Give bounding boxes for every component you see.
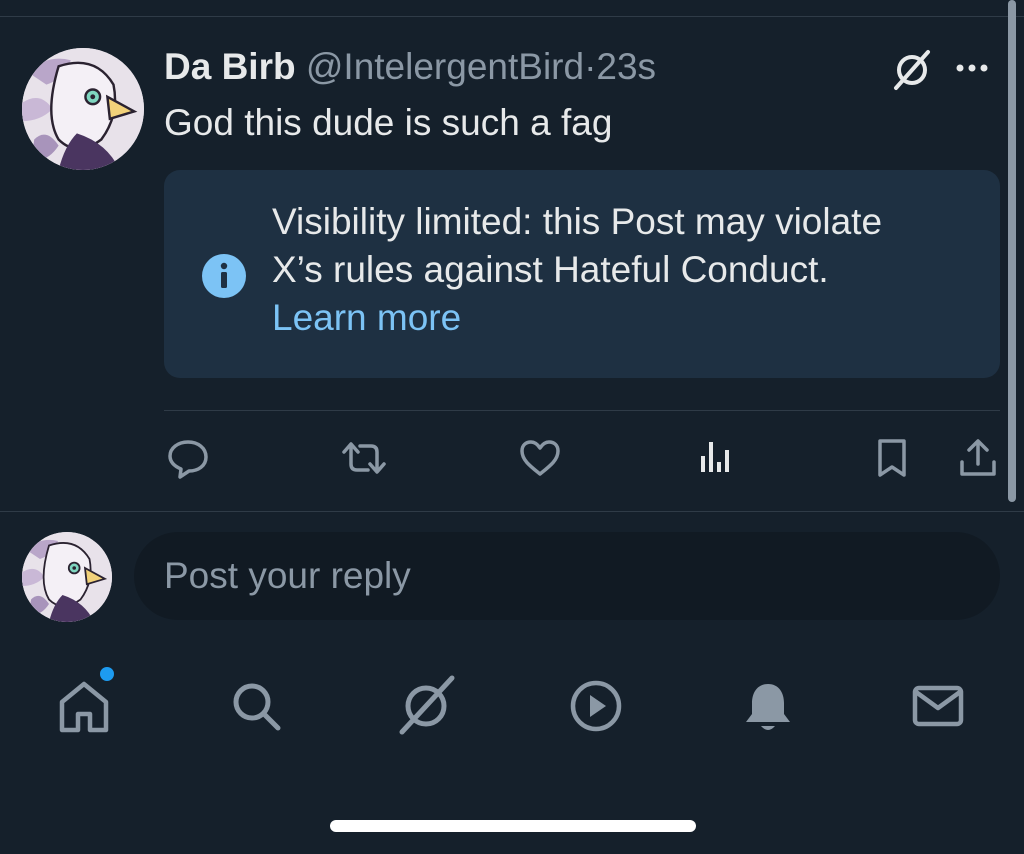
top-divider	[0, 16, 1024, 17]
reply-icon	[168, 440, 208, 479]
actions-divider	[164, 410, 1000, 411]
like-icon	[520, 440, 560, 476]
post-text: God this dude is such a fag	[164, 102, 613, 143]
repost-icon	[342, 442, 386, 474]
author-name[interactable]: Da Birb	[164, 46, 296, 87]
video-icon	[570, 680, 622, 732]
home-icon	[59, 681, 109, 733]
more-icon	[956, 64, 988, 72]
home-badge	[98, 665, 116, 683]
visibility-notice: Visibility limited: this Post may violat…	[164, 170, 1000, 378]
views-button[interactable]	[692, 434, 740, 482]
share-icon	[960, 439, 996, 476]
nav-video[interactable]	[566, 676, 626, 736]
nav-messages[interactable]	[908, 676, 968, 736]
meta-separator: ·	[584, 46, 597, 87]
notifications-icon	[746, 684, 790, 730]
learn-more-link[interactable]: Learn more	[272, 294, 982, 342]
bookmark-icon	[878, 439, 906, 477]
reply-input[interactable]	[134, 532, 1000, 620]
current-user-avatar[interactable]	[22, 532, 112, 622]
more-options-button[interactable]	[950, 48, 994, 88]
author-avatar[interactable]	[22, 48, 144, 170]
nav-search[interactable]	[226, 676, 286, 736]
search-icon	[233, 683, 281, 731]
share-button[interactable]	[954, 434, 1002, 482]
notice-line-1: Visibility limited: this Post may violat…	[272, 201, 883, 242]
messages-icon	[912, 685, 964, 727]
bookmark-button[interactable]	[868, 434, 916, 482]
reply-button[interactable]	[164, 434, 212, 482]
grok-icon	[894, 50, 930, 90]
notice-line-2: X’s rules against Hateful Conduct.	[272, 249, 829, 290]
bird-avatar-image	[22, 532, 112, 622]
reply-section-divider	[0, 511, 1024, 512]
author-handle[interactable]: @IntelergentBird	[306, 46, 584, 87]
nav-notifications[interactable]	[738, 676, 798, 736]
grok-icon	[399, 675, 455, 735]
post-time[interactable]: 23s	[596, 46, 656, 87]
nav-grok[interactable]	[392, 672, 460, 736]
views-icon	[701, 442, 729, 472]
post-header: Da Birb @IntelergentBird·23s	[164, 42, 656, 92]
like-button[interactable]	[516, 434, 564, 482]
repost-button[interactable]	[338, 434, 390, 482]
info-icon	[200, 252, 248, 300]
bird-avatar-image	[22, 48, 144, 170]
nav-home[interactable]	[54, 676, 114, 736]
scrollbar[interactable]	[1008, 0, 1016, 502]
grok-button[interactable]	[888, 46, 936, 94]
home-indicator[interactable]	[330, 820, 696, 832]
